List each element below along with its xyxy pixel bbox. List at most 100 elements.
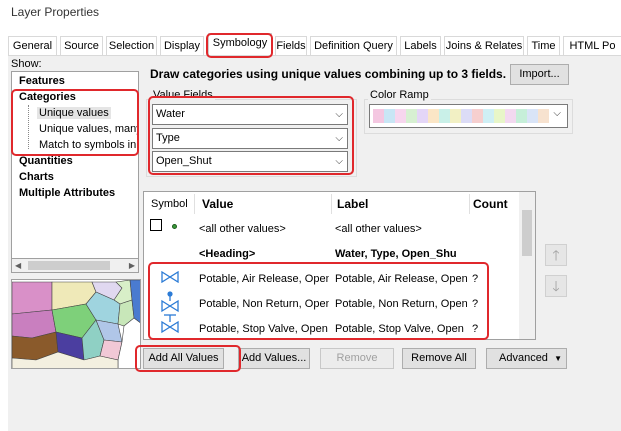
show-item-multiple-attributes[interactable]: Multiple Attributes [19, 187, 115, 199]
air-release-valve-icon[interactable] [161, 271, 179, 283]
column-header-label[interactable]: Label [337, 192, 368, 216]
color-swatch [373, 109, 384, 123]
color-swatch [483, 109, 494, 123]
row-count: ? [472, 323, 479, 335]
row-label[interactable]: Water, Type, Open_Shu [335, 248, 467, 260]
unique-values-table[interactable]: Symbol Value Label Count <all other valu… [143, 191, 536, 340]
color-swatch [538, 109, 549, 123]
value-field-3-value: Open_Shut [156, 155, 212, 167]
show-tree[interactable]: Features Categories Unique values Unique… [11, 71, 139, 273]
show-item-categories[interactable]: Categories [19, 91, 76, 103]
non-return-valve-icon[interactable] [161, 291, 179, 313]
color-swatch [472, 109, 483, 123]
row-count: ? [472, 273, 479, 285]
column-divider [194, 194, 195, 214]
color-swatch [461, 109, 472, 123]
map-thumbnail [12, 280, 140, 368]
import-button[interactable]: Import... [510, 64, 569, 85]
show-tree-scrollbar[interactable]: ◀ ▶ [11, 258, 139, 273]
stop-valve-icon[interactable] [161, 313, 179, 335]
chevron-down-icon: ⌵ [335, 109, 343, 120]
chevron-down-icon: ⌵ [335, 156, 343, 167]
row-label[interactable]: <all other values> [335, 223, 467, 235]
tab-source[interactable]: Source [60, 36, 103, 56]
tab-html-popup[interactable]: HTML Po [563, 36, 621, 56]
tab-fields[interactable]: Fields [275, 36, 307, 56]
table-scrollbar[interactable] [519, 192, 535, 339]
chevron-down-icon: ⌵ [553, 108, 561, 119]
color-swatch [505, 109, 516, 123]
chevron-down-icon: ⌵ [335, 133, 343, 144]
row-label[interactable]: Potable, Air Release, Open [335, 273, 467, 285]
column-header-count[interactable]: Count [473, 192, 508, 216]
tab-general[interactable]: General [8, 36, 57, 56]
scroll-right-arrow-icon[interactable]: ▶ [129, 259, 135, 272]
map-preview [11, 279, 141, 369]
column-header-value[interactable]: Value [202, 192, 233, 216]
tab-joins-relates[interactable]: Joins & Relates [444, 36, 524, 56]
tab-divider [8, 55, 621, 56]
tab-definition-query[interactable]: Definition Query [310, 36, 397, 56]
color-ramp-label: Color Ramp [368, 89, 431, 101]
value-field-2-value: Type [156, 132, 180, 144]
show-item-unique-values[interactable]: Unique values [37, 107, 111, 119]
show-item-unique-values-many[interactable]: Unique values, many [39, 123, 138, 135]
row-value: <all other values> [199, 223, 286, 235]
tab-strip: General Source Selection Display Symbolo… [8, 33, 621, 56]
advanced-button[interactable]: Advanced ▼ [486, 348, 567, 369]
color-swatch [417, 109, 428, 123]
value-fields-label: Value Fields [151, 89, 215, 101]
color-swatch [527, 109, 538, 123]
tab-symbology[interactable]: Symbology [208, 33, 272, 56]
symbology-description: Draw categories using unique values comb… [150, 67, 507, 81]
column-header-symbol[interactable]: Symbol [151, 192, 188, 216]
value-field-1-value: Water [156, 108, 185, 120]
row-value: Potable, Air Release, Open [199, 273, 329, 285]
show-label: Show: [11, 58, 42, 70]
color-swatch [395, 109, 406, 123]
column-divider [469, 194, 470, 214]
row-value: Potable, Stop Valve, Open [199, 323, 328, 335]
row-value: Potable, Non Return, Open [199, 298, 329, 310]
scroll-left-arrow-icon[interactable]: ◀ [15, 259, 21, 272]
remove-button[interactable]: Remove [320, 348, 394, 369]
show-item-match-to-symbols[interactable]: Match to symbols in a [39, 139, 138, 151]
tab-display[interactable]: Display [160, 36, 204, 56]
move-up-icon[interactable]: 🡑 [545, 244, 567, 266]
color-swatch [494, 109, 505, 123]
tree-connector [28, 105, 29, 149]
tab-time[interactable]: Time [527, 36, 560, 56]
color-swatch [428, 109, 439, 123]
advanced-label: Advanced [499, 352, 548, 364]
title-bar: Layer Properties [0, 0, 621, 28]
row-value: <Heading> [199, 248, 256, 260]
scrollbar-thumb[interactable] [28, 261, 110, 270]
value-field-3-select[interactable]: Open_Shut ⌵ [152, 151, 348, 172]
row-label[interactable]: Potable, Stop Valve, Open [335, 323, 467, 335]
color-swatch [516, 109, 527, 123]
value-field-2-select[interactable]: Type ⌵ [152, 128, 348, 149]
window-title: Layer Properties [11, 5, 100, 19]
dropdown-arrow-icon: ▼ [554, 354, 562, 363]
column-divider [331, 194, 332, 214]
scrollbar-thumb[interactable] [522, 210, 532, 256]
color-swatch [384, 109, 395, 123]
remove-all-button[interactable]: Remove All [402, 348, 476, 369]
tab-selection[interactable]: Selection [106, 36, 157, 56]
row-label[interactable]: Potable, Non Return, Open [335, 298, 467, 310]
add-all-values-button[interactable]: Add All Values [143, 348, 224, 369]
tab-labels[interactable]: Labels [400, 36, 441, 56]
color-swatch [450, 109, 461, 123]
show-item-charts[interactable]: Charts [19, 171, 54, 183]
color-swatch [406, 109, 417, 123]
color-ramp-select[interactable]: ⌵ [369, 104, 568, 128]
add-values-button[interactable]: Add Values... [238, 348, 310, 369]
point-symbol-icon[interactable] [172, 224, 177, 229]
show-item-quantities[interactable]: Quantities [19, 155, 73, 167]
move-down-icon[interactable]: 🡓 [545, 275, 567, 297]
show-item-features[interactable]: Features [19, 75, 65, 87]
color-swatch [439, 109, 450, 123]
value-field-1-select[interactable]: Water ⌵ [152, 104, 348, 125]
row-count: ? [472, 298, 479, 310]
visibility-checkbox[interactable] [150, 219, 162, 231]
